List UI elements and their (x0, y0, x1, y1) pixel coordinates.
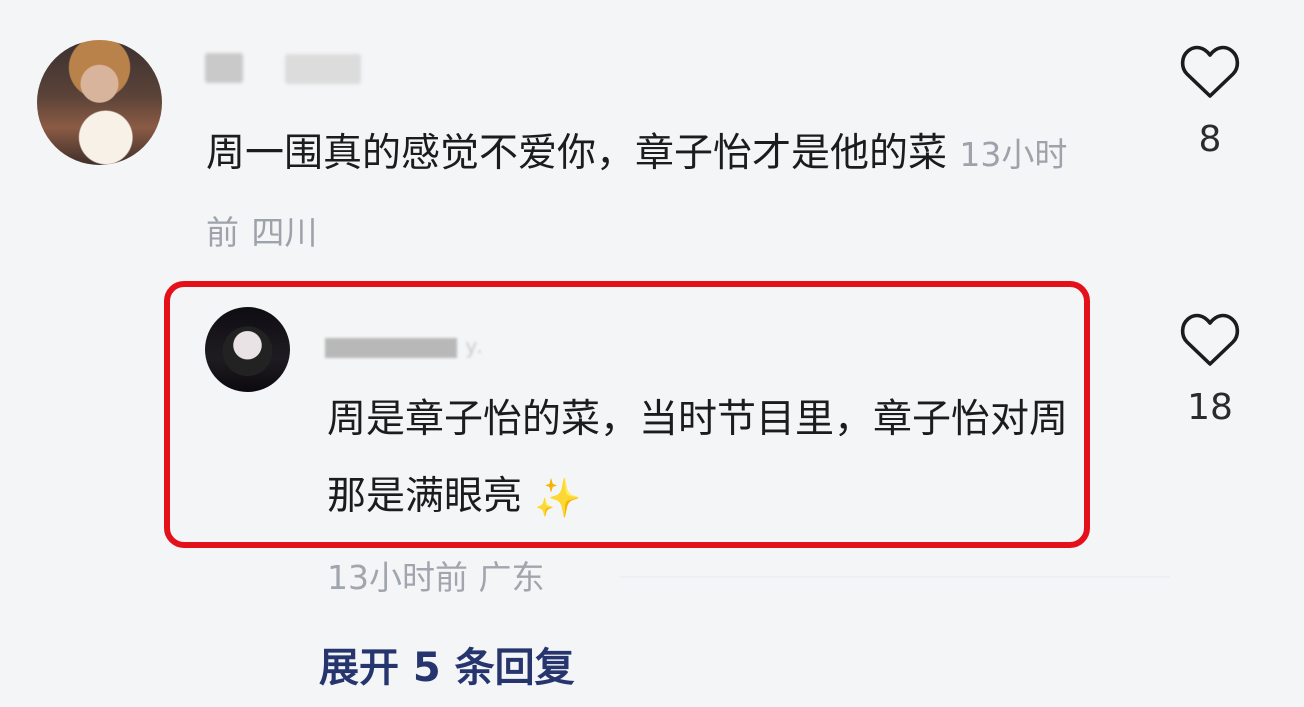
replier-name-redacted: y. (325, 334, 515, 358)
sparkles-icon: ✨ (534, 476, 582, 520)
divider (620, 576, 1170, 578)
expand-replies-link[interactable]: 展开 5 条回复 (319, 640, 575, 696)
comment-text: 周一围真的感觉不爱你，章子怡才是他的菜 (206, 131, 948, 176)
commenter-avatar[interactable] (37, 40, 162, 165)
reply-like-button[interactable]: 18 (1170, 312, 1250, 432)
heart-icon[interactable] (1180, 313, 1240, 372)
replier-avatar[interactable] (205, 307, 290, 392)
reply-text: 周是章子怡的菜，当时节目里，章子怡对周那是满眼亮 (327, 397, 1069, 519)
comment-body: 周一围真的感觉不爱你，章子怡才是他的菜 13小时前 四川 (206, 115, 1086, 271)
reply-location: 广东 (478, 558, 545, 597)
heart-icon[interactable] (1180, 45, 1240, 104)
comment-like-button[interactable]: 8 (1170, 44, 1250, 164)
cropped-caption (958, 690, 1258, 707)
reply-like-count: 18 (1187, 387, 1233, 428)
commenter-name-redacted (205, 53, 243, 83)
comment-like-count: 8 (1198, 119, 1222, 160)
comment-location: 四川 (251, 213, 318, 252)
reply-meta: 13小时前 广东 (327, 552, 545, 604)
replier-name-fragment: y. (465, 334, 485, 358)
commenter-name-redacted (285, 54, 361, 84)
reply-time: 13小时前 (327, 558, 468, 597)
reply-body: 周是章子怡的菜，当时节目里，章子怡对周那是满眼亮 ✨ (327, 381, 1087, 535)
